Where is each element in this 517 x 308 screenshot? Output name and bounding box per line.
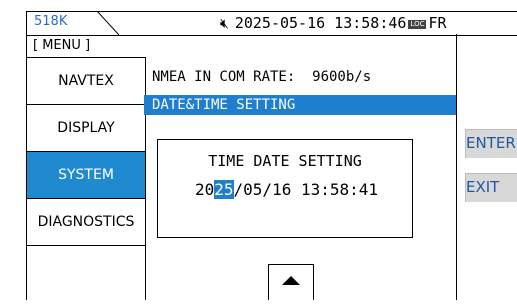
sidebar-item-label: DISPLAY bbox=[57, 120, 115, 136]
date-time-prefix: 20 bbox=[195, 180, 215, 199]
sidebar-item-label: DIAGNOSTICS bbox=[37, 214, 135, 230]
loc-badge: LOC bbox=[408, 20, 427, 29]
status-readout: 🔇︎ 2025-05-16 13:58:46 LOC FR bbox=[220, 14, 447, 32]
time-date-dialog: TIME DATE SETTING 2025/05/16 13:58:41 bbox=[157, 139, 413, 238]
tab-slant bbox=[97, 11, 119, 35]
sidebar-item-diagnostics[interactable]: DIAGNOSTICS bbox=[27, 198, 145, 245]
frequency-tab[interactable]: 518K bbox=[26, 11, 119, 35]
speaker-mute-icon: 🔇︎ bbox=[220, 16, 229, 32]
enter-button[interactable]: ENTER bbox=[465, 129, 517, 158]
status-bar: 518K 🔇︎ 2025-05-16 13:58:46 LOC FR bbox=[26, 11, 517, 36]
main-panel: NMEA IN COM RATE: 9600b/s DATE&TIME SETT… bbox=[144, 57, 456, 300]
date-time-field[interactable]: 2025/05/16 13:58:41 bbox=[195, 180, 378, 199]
menu-label: [ MENU ] bbox=[33, 38, 91, 53]
datetime-text: 2025-05-16 13:58:46 bbox=[234, 14, 407, 32]
nmea-rate-row[interactable]: NMEA IN COM RATE: 9600b/s bbox=[152, 69, 371, 85]
date-time-setting-label: DATE&TIME SETTING bbox=[152, 97, 296, 113]
softkey-column: ENTER EXIT bbox=[456, 34, 517, 300]
date-time-cursor[interactable]: 25 bbox=[214, 180, 234, 199]
sidebar-nav: NAVTEX DISPLAY SYSTEM DIAGNOSTICS bbox=[26, 57, 146, 300]
scroll-up-button[interactable] bbox=[268, 264, 314, 300]
up-arrow-icon bbox=[282, 276, 300, 285]
dialog-title: TIME DATE SETTING bbox=[208, 152, 362, 170]
sidebar-item-label: NAVTEX bbox=[58, 73, 114, 89]
mode-text: FR bbox=[428, 14, 447, 32]
sidebar-item-navtex[interactable]: NAVTEX bbox=[27, 57, 145, 104]
frequency-tab-label: 518K bbox=[34, 14, 68, 29]
sidebar-item-label: SYSTEM bbox=[58, 167, 114, 183]
sidebar-item-display[interactable]: DISPLAY bbox=[27, 104, 145, 151]
sidebar-item-system[interactable]: SYSTEM bbox=[27, 151, 145, 198]
date-time-setting-row[interactable]: DATE&TIME SETTING bbox=[144, 95, 456, 115]
screen: 518K 🔇︎ 2025-05-16 13:58:46 LOC FR [ MENU ]… bbox=[0, 0, 517, 308]
sidebar-item-empty bbox=[27, 245, 145, 300]
date-time-suffix: /05/16 13:58:41 bbox=[233, 180, 379, 199]
menu-header: [ MENU ] bbox=[26, 34, 145, 57]
exit-button[interactable]: EXIT bbox=[465, 173, 517, 202]
